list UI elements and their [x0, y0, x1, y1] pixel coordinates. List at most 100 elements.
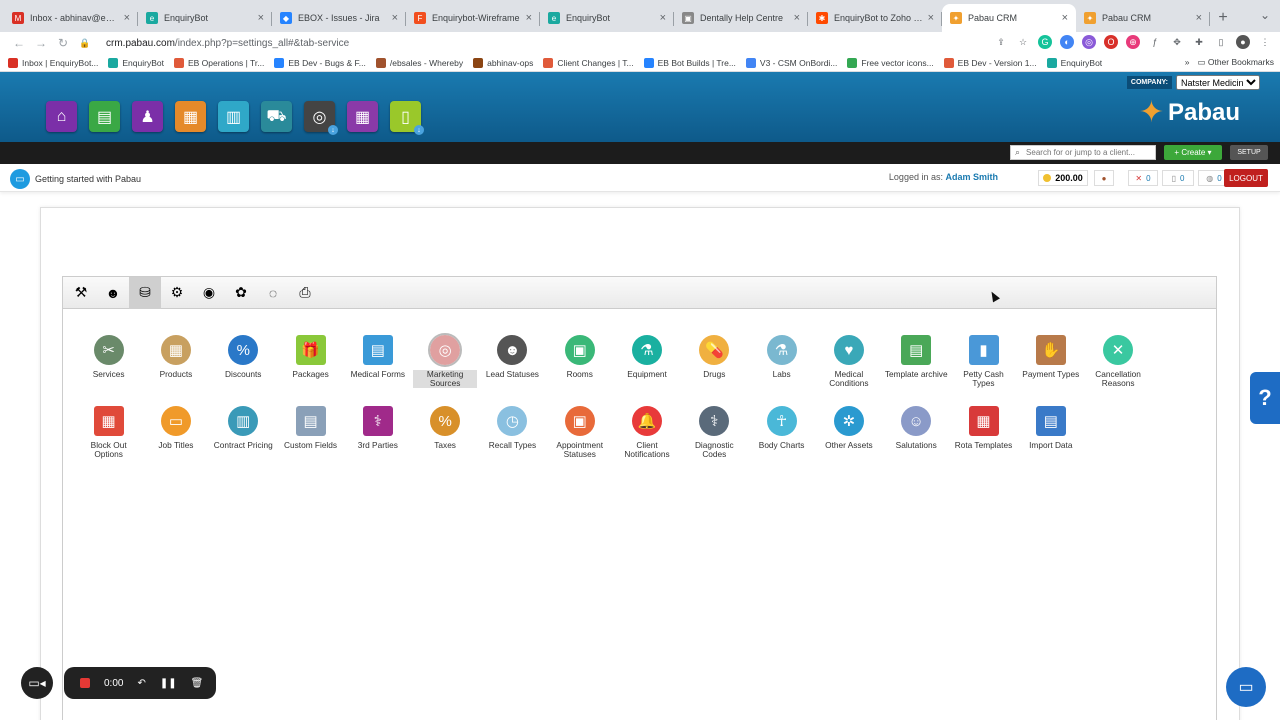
close-icon[interactable]: ×: [794, 12, 800, 24]
other-bookmarks[interactable]: ▭ Other Bookmarks: [1197, 57, 1274, 68]
settings-item[interactable]: 🔔 Client Notifications: [613, 406, 680, 459]
settings-item[interactable]: ⚕ 3rd Parties: [344, 406, 411, 459]
pins-counter[interactable]: ✕ 0: [1128, 170, 1158, 186]
logout-button[interactable]: LOGOUT: [1224, 169, 1268, 187]
grammarly-icon[interactable]: G: [1038, 35, 1052, 49]
tab-integrations-icon[interactable]: ⚙: [161, 277, 193, 309]
new-tab-button[interactable]: +: [1210, 4, 1236, 32]
bookmark-item[interactable]: Inbox | EnquiryBot...: [8, 57, 98, 68]
bookmark-item[interactable]: EB Operations | Tr...: [173, 57, 264, 68]
settings-item[interactable]: ◷ Recall Types: [479, 406, 546, 459]
stock-module-icon[interactable]: ▥: [218, 101, 249, 132]
staff-module-icon[interactable]: ♟: [132, 101, 163, 132]
bookmark-item[interactable]: EB Dev - Bugs & F...: [274, 57, 366, 68]
settings-item[interactable]: ▭ Job Titles: [142, 406, 209, 459]
extension-color-icon[interactable]: ◐: [1060, 35, 1074, 49]
stop-record-button[interactable]: [80, 678, 90, 688]
trash-icon[interactable]: 🗑: [191, 678, 204, 689]
tab-general-icon[interactable]: ⚒: [65, 277, 97, 309]
url-field[interactable]: crm.pabau.com/index.php?p=settings_all#&…: [106, 38, 349, 49]
bookmark-item[interactable]: V3 - CSM OnBordi...: [745, 57, 837, 68]
settings-item[interactable]: ✕ Cancellation Reasons: [1084, 335, 1151, 388]
close-icon[interactable]: ×: [526, 12, 532, 24]
documents-counter[interactable]: ▯ 0: [1162, 170, 1194, 186]
browser-tab[interactable]: M Inbox - abhinav@enquiryb ×: [4, 4, 138, 32]
browser-tab[interactable]: ▣ Dentally Help Centre ×: [674, 4, 808, 32]
tab-search-icon[interactable]: ⌄: [1260, 8, 1270, 22]
browser-tab[interactable]: ✦ Pabau CRM ×: [942, 4, 1076, 32]
tab-forms-icon[interactable]: ◌: [257, 277, 289, 309]
settings-item[interactable]: ▣ Rooms: [546, 335, 613, 388]
credit-balance[interactable]: 200.00: [1038, 170, 1088, 186]
leads-module-icon[interactable]: ▯ ↓: [390, 101, 424, 135]
user-name-link[interactable]: Adam Smith: [945, 172, 998, 182]
settings-item[interactable]: ✂ Services: [75, 335, 142, 388]
function-icon[interactable]: ƒ: [1148, 35, 1162, 49]
getting-started-link[interactable]: ▭ Getting started with Pabau: [10, 169, 141, 189]
reports-module-icon[interactable]: ▤: [89, 101, 120, 132]
close-icon[interactable]: ×: [124, 12, 130, 24]
close-icon[interactable]: ×: [1062, 12, 1068, 24]
tab-printer-icon[interactable]: ⎙: [289, 277, 321, 309]
bookmark-item[interactable]: abhinav-ops: [473, 57, 533, 68]
tab-apps-icon[interactable]: ✿: [225, 277, 257, 309]
settings-item[interactable]: ▤ Template archive: [883, 335, 950, 388]
settings-item[interactable]: ⚗ Labs: [748, 335, 815, 388]
star-icon[interactable]: ☆: [1016, 35, 1030, 49]
settings-item[interactable]: ▮ Petty Cash Types: [950, 335, 1017, 388]
settings-item[interactable]: ⚗ Equipment: [613, 335, 680, 388]
browser-tab[interactable]: F Enquirybot-Wireframe ×: [406, 4, 540, 32]
opera-icon[interactable]: O: [1104, 35, 1118, 49]
forward-icon[interactable]: →: [30, 36, 52, 50]
tab-services-icon[interactable]: ⛁: [129, 276, 161, 309]
chat-button[interactable]: ▭: [1226, 667, 1266, 707]
settings-item[interactable]: 🎁 Packages: [277, 335, 344, 388]
extension-purple-icon[interactable]: ◎: [1082, 35, 1096, 49]
settings-item[interactable]: ☥ Body Charts: [748, 406, 815, 459]
browser-tab[interactable]: ✱ EnquiryBot to Zoho | Za ×: [808, 4, 942, 32]
settings-item[interactable]: ✋ Payment Types: [1017, 335, 1084, 388]
browser-tab[interactable]: e EnquiryBot ×: [138, 4, 272, 32]
undo-icon[interactable]: ↶: [137, 678, 145, 689]
company-select[interactable]: Natster Medicine: [1176, 75, 1260, 90]
settings-item[interactable]: 💊 Drugs: [681, 335, 748, 388]
client-search-input[interactable]: [1026, 148, 1147, 157]
settings-item[interactable]: ✲ Other Assets: [815, 406, 882, 459]
settings-item[interactable]: ⚕ Diagnostic Codes: [681, 406, 748, 459]
setup-button[interactable]: SETUP: [1230, 145, 1268, 160]
settings-item[interactable]: ◎ Marketing Sources: [411, 333, 478, 389]
create-button[interactable]: + Create ▾: [1164, 145, 1222, 160]
extension-pink-icon[interactable]: ⊕: [1126, 35, 1140, 49]
bookmark-item[interactable]: /ebsales - Whereby: [375, 57, 463, 68]
bookmark-item[interactable]: EnquiryBot: [108, 57, 164, 68]
camera-button[interactable]: ▭◂: [21, 667, 53, 699]
bookmark-item[interactable]: EB Bot Builds | Tre...: [643, 57, 736, 68]
menu-icon[interactable]: ⋮: [1258, 35, 1272, 49]
close-icon[interactable]: ×: [392, 12, 398, 24]
close-icon[interactable]: ×: [258, 12, 264, 24]
profile-avatar-icon[interactable]: ●: [1236, 35, 1250, 49]
reload-icon[interactable]: ↻: [52, 36, 74, 50]
settings-item[interactable]: ▦ Block Out Options: [75, 406, 142, 459]
shop-module-icon[interactable]: ⛟: [261, 101, 292, 132]
settings-item[interactable]: % Discounts: [210, 335, 277, 388]
help-tab[interactable]: ?: [1250, 372, 1280, 424]
close-icon[interactable]: ×: [660, 12, 666, 24]
move-icon[interactable]: ✥: [1170, 35, 1184, 49]
share-icon[interactable]: ⇪: [994, 35, 1008, 49]
settings-item[interactable]: ☻ Lead Statuses: [479, 335, 546, 388]
puzzle-icon[interactable]: ✚: [1192, 35, 1206, 49]
bookmarks-chevron-icon[interactable]: »: [1185, 57, 1190, 68]
browser-tab[interactable]: e EnquiryBot ×: [540, 4, 674, 32]
settings-item[interactable]: ▤ Custom Fields: [277, 406, 344, 459]
settings-item[interactable]: ▤ Medical Forms: [344, 335, 411, 388]
settings-item[interactable]: ▥ Contract Pricing: [210, 406, 277, 459]
back-icon[interactable]: ←: [8, 36, 30, 50]
sidebar-icon[interactable]: ▯: [1214, 35, 1228, 49]
piggy-bank-button[interactable]: ●: [1094, 170, 1114, 186]
tab-users-icon[interactable]: ☻: [97, 277, 129, 309]
browser-tab[interactable]: ◆ EBOX - Issues - Jira ×: [272, 4, 406, 32]
tab-marketing-icon[interactable]: ◉: [193, 277, 225, 309]
settings-item[interactable]: ▣ Appointment Statuses: [546, 406, 613, 459]
settings-item[interactable]: ▤ Import Data: [1017, 406, 1084, 459]
